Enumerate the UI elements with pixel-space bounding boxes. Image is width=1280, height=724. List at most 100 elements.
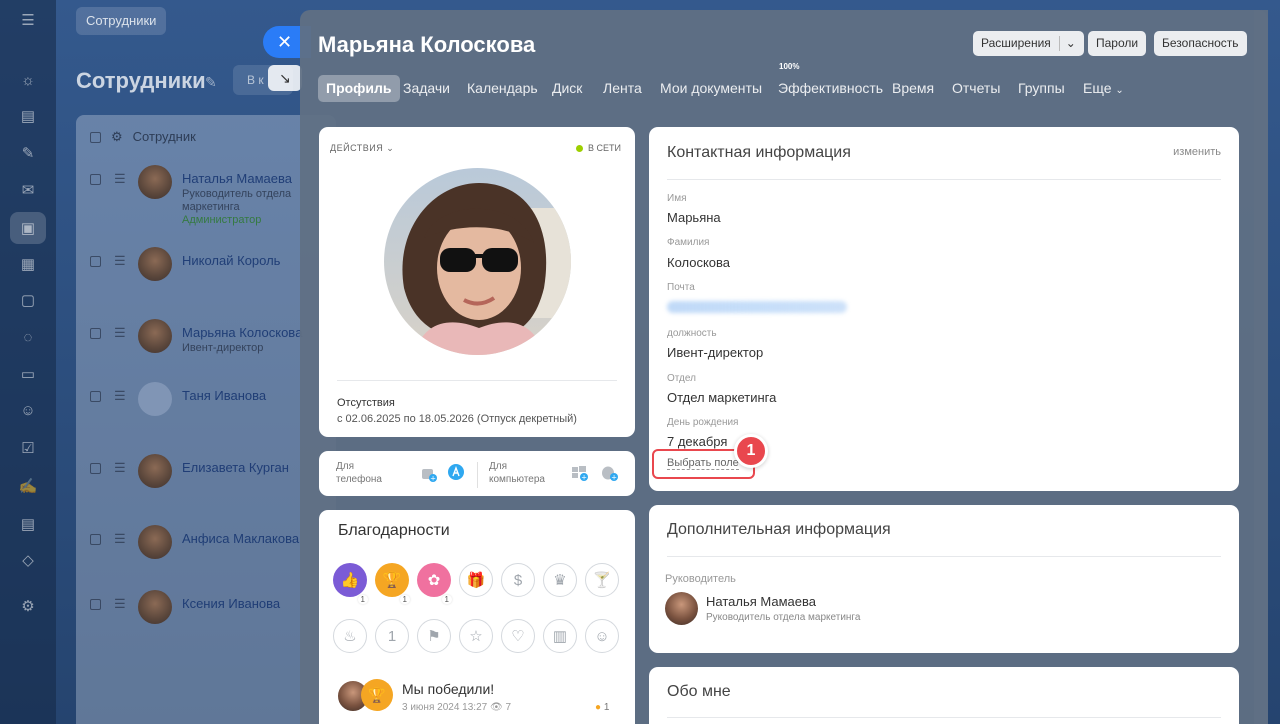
- calendar-icon[interactable]: ▦: [18, 254, 38, 274]
- extensions-button[interactable]: Расширения ⌄: [973, 31, 1084, 56]
- flag-icon[interactable]: ⚑: [417, 619, 451, 653]
- file-icon[interactable]: ▢: [18, 290, 38, 310]
- field-label: Фамилия: [667, 237, 710, 248]
- svg-text:+: +: [611, 474, 617, 482]
- drive-icon[interactable]: ▭: [18, 364, 38, 384]
- employee-name[interactable]: Ксения Иванова: [182, 596, 280, 611]
- passwords-button[interactable]: Пароли: [1088, 31, 1147, 56]
- users-icon[interactable]: ☺: [18, 400, 38, 420]
- cake-icon[interactable]: ♨: [333, 619, 367, 653]
- windows-icon[interactable]: +: [570, 463, 588, 482]
- post-reactions[interactable]: ● 1: [595, 702, 609, 713]
- money-icon[interactable]: $: [501, 563, 535, 597]
- heart-icon[interactable]: ♡: [501, 619, 535, 653]
- row-menu-icon[interactable]: ☰: [114, 171, 126, 187]
- row-menu-icon[interactable]: ☰: [114, 460, 126, 476]
- page-title: Сотрудники: [76, 68, 206, 93]
- row-checkbox[interactable]: [90, 463, 101, 474]
- tab-time[interactable]: Время: [892, 75, 934, 102]
- crown-icon[interactable]: ♛: [543, 563, 577, 597]
- avatar[interactable]: [138, 382, 172, 416]
- tab-efficiency[interactable]: 100% Эффективность: [778, 62, 883, 102]
- store-icon[interactable]: ▤: [18, 514, 38, 534]
- employee-name[interactable]: Анфиса Маклакова: [182, 531, 299, 546]
- tab-disk[interactable]: Диск: [552, 75, 582, 102]
- gift-icon[interactable]: 🎁: [459, 563, 493, 597]
- select-all-checkbox[interactable]: [90, 132, 101, 144]
- close-icon: ✕: [277, 32, 293, 52]
- avatar[interactable]: [138, 454, 172, 488]
- row-checkbox[interactable]: [90, 174, 101, 185]
- tab-reports[interactable]: Отчеты: [952, 75, 1000, 102]
- row-checkbox[interactable]: [90, 328, 101, 339]
- sign-icon[interactable]: ✍: [18, 476, 38, 496]
- number-one-icon[interactable]: 1: [375, 619, 409, 653]
- mail-icon[interactable]: ✉: [18, 180, 38, 200]
- appstore-icon[interactable]: [447, 463, 465, 481]
- chat-icon[interactable]: ◌: [18, 327, 38, 347]
- row-menu-icon[interactable]: ☰: [114, 325, 126, 341]
- cocktail-icon[interactable]: 🍸: [585, 563, 619, 597]
- employee-role: [182, 270, 302, 283]
- avatar[interactable]: [138, 525, 172, 559]
- like-icon[interactable]: 👍 1: [333, 563, 368, 604]
- row-menu-icon[interactable]: ☰: [114, 253, 126, 269]
- cube-icon[interactable]: ◇: [18, 550, 38, 570]
- gear-icon[interactable]: ⚙: [111, 129, 123, 144]
- tab-more[interactable]: Еще ⌄: [1083, 75, 1124, 102]
- menu-icon[interactable]: ☰: [18, 10, 38, 30]
- employee-name[interactable]: Марьяна Колосковa: [182, 325, 302, 340]
- row-menu-icon[interactable]: ☰: [114, 531, 126, 547]
- tab-tasks[interactable]: Задачи: [403, 75, 450, 102]
- avatar[interactable]: [138, 590, 172, 624]
- tab-feed[interactable]: Лента: [603, 75, 642, 102]
- smile-icon[interactable]: ☺: [585, 619, 619, 653]
- employee-name[interactable]: Николай Король: [182, 253, 280, 268]
- pick-field-link[interactable]: Выбрать поле: [667, 457, 739, 470]
- profile-photo[interactable]: [384, 168, 571, 355]
- avatar[interactable]: [138, 247, 172, 281]
- tab-groups[interactable]: Группы: [1018, 75, 1065, 102]
- pin-icon[interactable]: ✎: [205, 74, 217, 91]
- tab-profile[interactable]: Профиль: [318, 75, 400, 102]
- employee-name[interactable]: Наталья Мамаева: [182, 171, 292, 186]
- row-checkbox[interactable]: [90, 534, 101, 545]
- settings-icon[interactable]: ⚙: [18, 596, 38, 616]
- cup-icon[interactable]: 🏆 1: [375, 563, 410, 604]
- svg-text:+: +: [430, 475, 436, 483]
- field-label: должность: [667, 328, 717, 339]
- flower-icon[interactable]: ✿ 1: [417, 563, 452, 604]
- manager-avatar[interactable]: [665, 592, 698, 625]
- beer-icon[interactable]: ▥: [543, 619, 577, 653]
- department-value: Отдел маркетинга: [667, 390, 777, 405]
- collapse-button[interactable]: ↘: [268, 65, 302, 91]
- post-title[interactable]: Мы победили!: [402, 681, 494, 697]
- employee-name[interactable]: Елизавета Курган: [182, 460, 289, 475]
- avatar[interactable]: [138, 319, 172, 353]
- row-menu-icon[interactable]: ☰: [114, 388, 126, 404]
- breadcrumb-tag[interactable]: Сотрудники: [76, 7, 167, 35]
- row-checkbox[interactable]: [90, 599, 101, 610]
- email-value-blurred[interactable]: [667, 301, 847, 313]
- row-menu-icon[interactable]: ☰: [114, 596, 126, 612]
- document-icon[interactable]: ▤: [18, 106, 38, 126]
- row-checkbox[interactable]: [90, 391, 101, 402]
- apple-icon[interactable]: +: [600, 463, 618, 482]
- flame-icon[interactable]: ☼: [18, 70, 38, 90]
- row-checkbox[interactable]: [90, 256, 101, 267]
- edit-link[interactable]: изменить: [1173, 146, 1221, 158]
- tab-my-documents[interactable]: Мои документы: [660, 75, 762, 102]
- tab-calendar[interactable]: Календарь: [467, 75, 538, 102]
- manager-name[interactable]: Наталья Мамаева: [706, 594, 816, 609]
- android-icon[interactable]: +: [419, 464, 437, 483]
- employees-icon[interactable]: ▣: [10, 212, 46, 244]
- star-icon[interactable]: ☆: [459, 619, 493, 653]
- avatar[interactable]: [138, 165, 172, 199]
- security-button[interactable]: Безопасность: [1154, 31, 1247, 56]
- actions-menu[interactable]: ДЕЙСТВИЯ ⌄: [330, 143, 394, 154]
- step-marker: 1: [734, 434, 768, 468]
- tasks-icon[interactable]: ☑: [18, 438, 38, 458]
- edit-doc-icon[interactable]: ✎: [18, 143, 38, 163]
- slider-edge: [1254, 10, 1268, 724]
- employee-name[interactable]: Таня Иванова: [182, 388, 266, 403]
